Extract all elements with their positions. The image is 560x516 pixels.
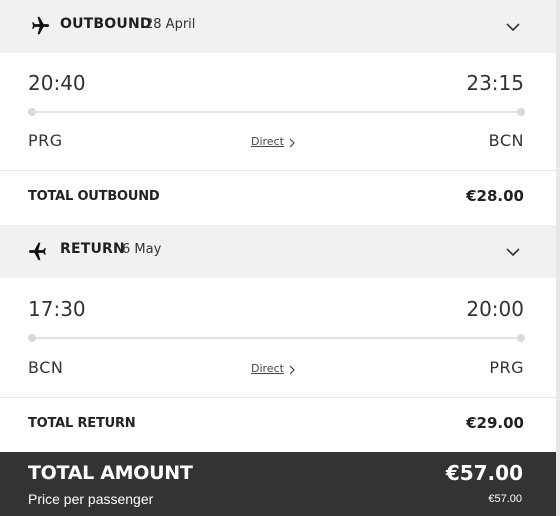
- return-arrive-time: 20:00: [466, 297, 524, 321]
- return-origin: BCN: [28, 358, 64, 377]
- outbound-destination: BCN: [488, 131, 524, 150]
- return-header[interactable]: RETURN 6 May: [0, 225, 556, 278]
- total-outbound-label: TOTAL OUTBOUND: [28, 189, 160, 204]
- return-direct-link[interactable]: Direct: [251, 362, 284, 375]
- plane-takeoff-icon: [32, 16, 50, 35]
- chevron-right-icon: [289, 138, 295, 148]
- return-date: 6 May: [122, 242, 162, 257]
- price-per-passenger-value: €57.00: [488, 493, 522, 505]
- divider: [0, 397, 556, 398]
- outbound-depart-time: 20:40: [28, 71, 86, 95]
- divider: [0, 170, 556, 171]
- total-amount-value: €57.00: [445, 461, 523, 485]
- chevron-right-icon: [289, 365, 295, 375]
- chevron-down-icon[interactable]: [504, 243, 522, 261]
- total-outbound-value: €28.00: [466, 187, 524, 205]
- total-amount-label: TOTAL AMOUNT: [28, 462, 193, 484]
- outbound-date: 28 April: [145, 17, 196, 32]
- return-destination: PRG: [489, 358, 524, 377]
- total-return-label: TOTAL RETURN: [28, 416, 136, 431]
- scrollbar-track[interactable]: [556, 0, 560, 516]
- price-per-passenger-label: Price per passenger: [28, 491, 154, 507]
- outbound-arrive-time: 23:15: [466, 71, 524, 95]
- route-end-dot: [517, 108, 525, 116]
- total-return-value: €29.00: [466, 414, 524, 432]
- return-title: RETURN: [60, 241, 125, 257]
- outbound-route-line: [28, 108, 525, 116]
- plane-landing-icon: [28, 242, 46, 261]
- return-depart-time: 17:30: [28, 297, 86, 321]
- chevron-down-icon[interactable]: [504, 18, 522, 36]
- outbound-header[interactable]: OUTBOUND 28 April: [0, 0, 556, 53]
- route-start-dot: [28, 108, 36, 116]
- total-amount-bar: TOTAL AMOUNT €57.00 Price per passenger …: [0, 452, 556, 516]
- outbound-title: OUTBOUND: [60, 16, 152, 32]
- outbound-direct-link[interactable]: Direct: [251, 135, 284, 148]
- outbound-origin: PRG: [28, 131, 63, 150]
- route-end-dot: [517, 334, 525, 342]
- route-start-dot: [28, 334, 36, 342]
- return-route-line: [28, 334, 525, 342]
